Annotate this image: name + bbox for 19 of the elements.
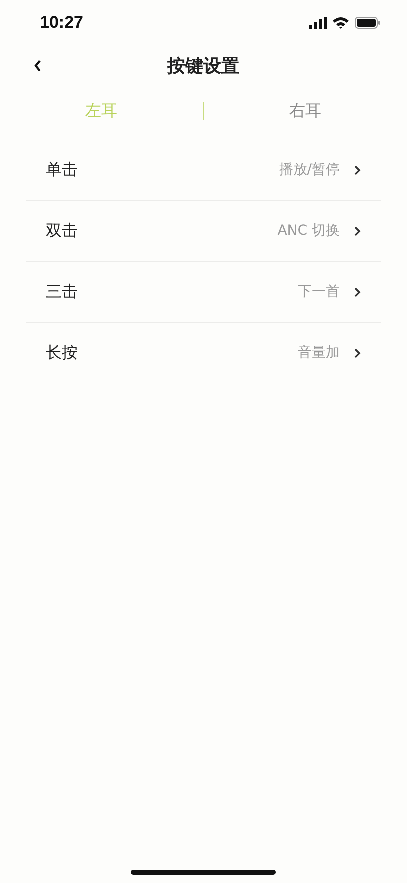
page-title: 按键设置 xyxy=(168,55,240,78)
ear-tab[interactable]: 右耳 xyxy=(204,91,407,131)
setting-value: 下一首 xyxy=(298,283,340,301)
setting-label: 三击 xyxy=(46,282,79,302)
wifi-icon xyxy=(333,17,349,29)
setting-value: 播放/暂停 xyxy=(279,161,340,179)
battery-icon xyxy=(355,17,381,29)
chevron-icon xyxy=(354,164,361,176)
status-time: 10:27 xyxy=(40,13,84,33)
setting-label: 单击 xyxy=(46,160,79,180)
setting-label: 长按 xyxy=(46,342,79,364)
back-icon[interactable] xyxy=(33,59,43,73)
chevron-icon xyxy=(354,286,361,298)
signal-icon xyxy=(309,17,327,29)
chevron-icon xyxy=(354,348,361,358)
setting-value: ANC 切换 xyxy=(278,222,340,240)
setting-label: 双击 xyxy=(46,220,79,242)
chevron-icon xyxy=(354,226,361,236)
setting-value: 音量加 xyxy=(298,344,340,362)
